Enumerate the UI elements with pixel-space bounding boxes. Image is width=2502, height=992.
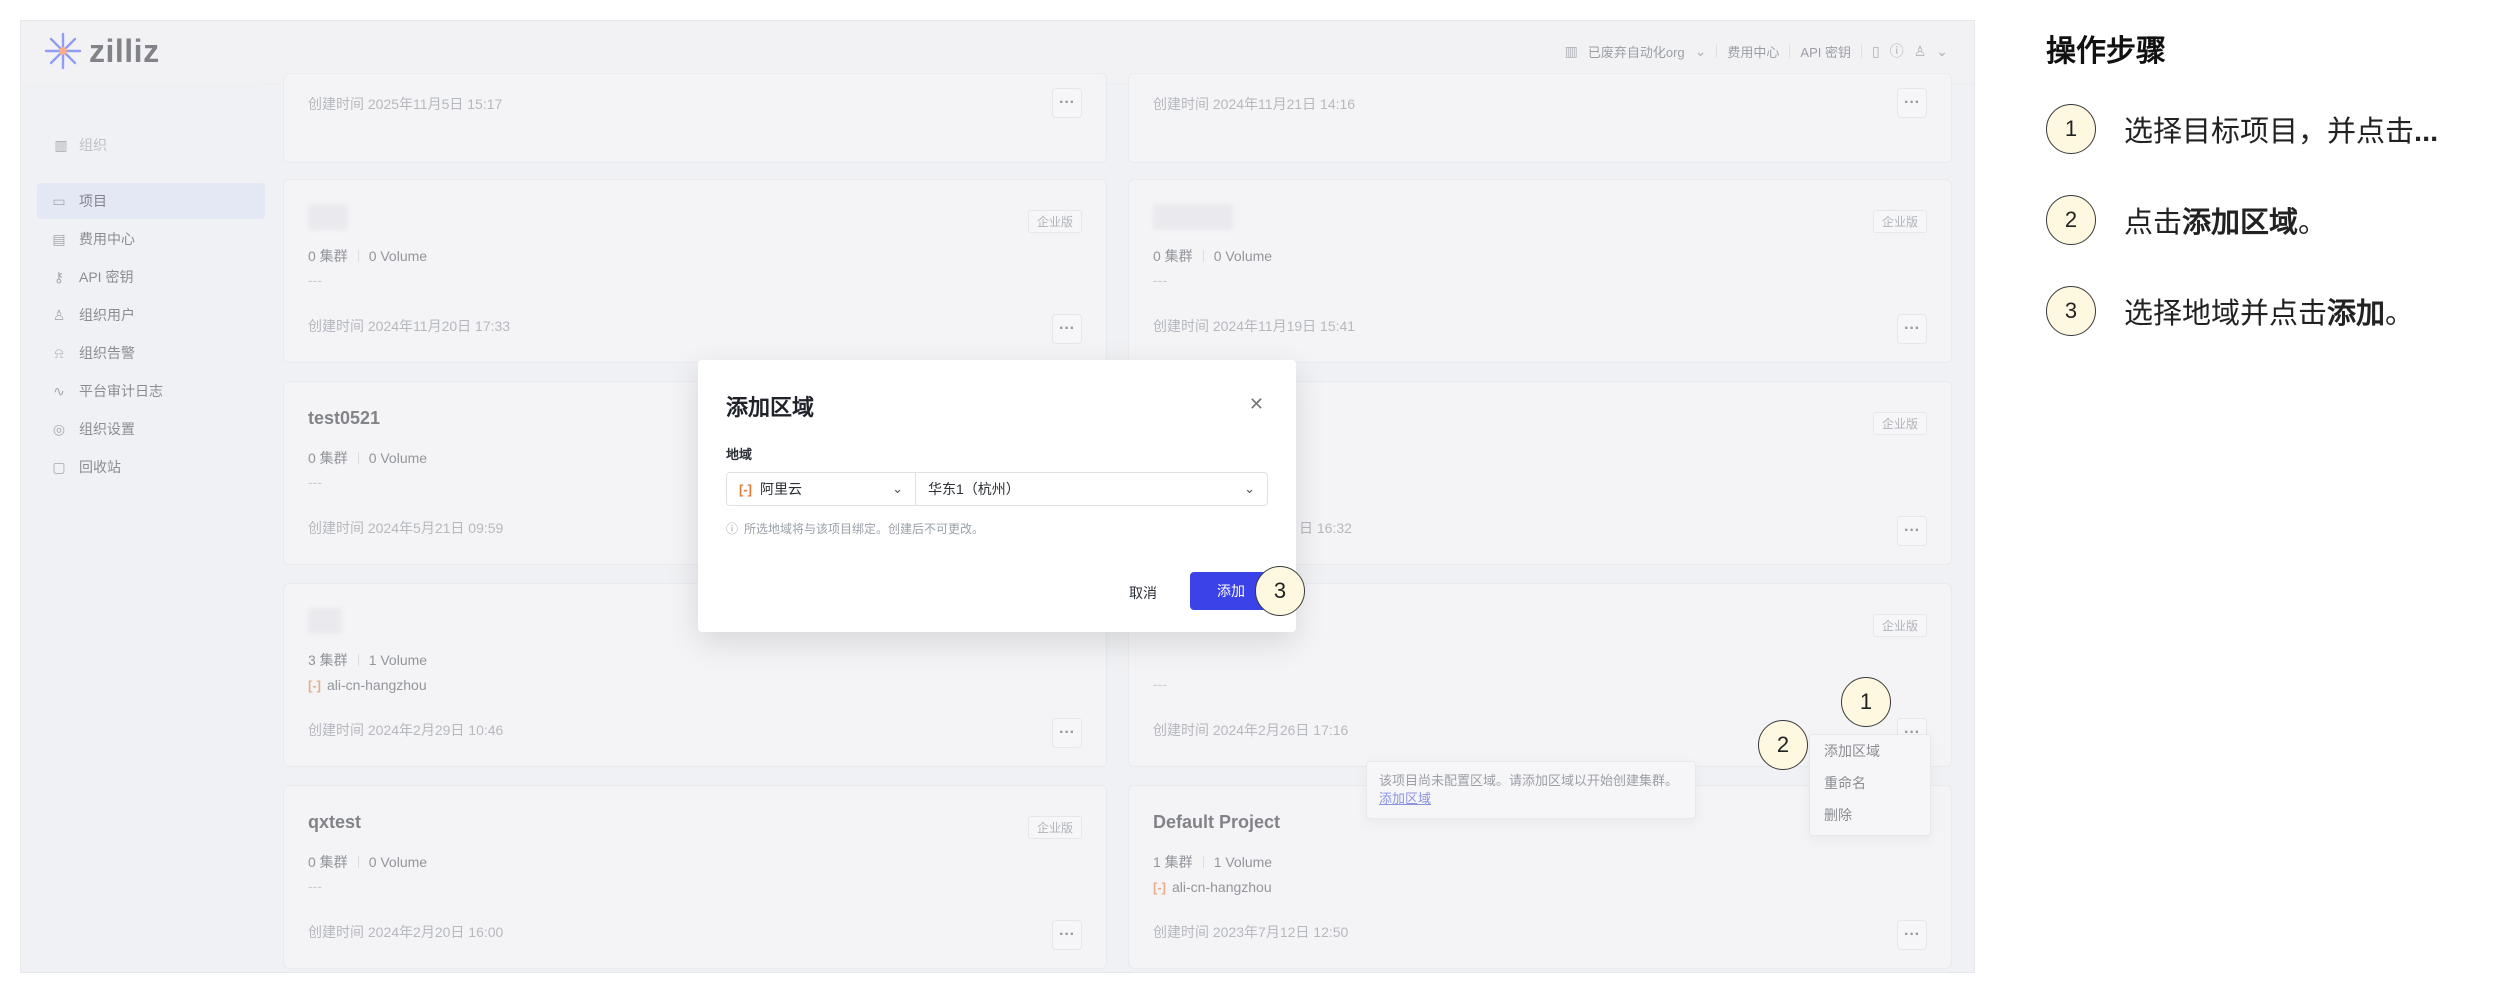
step-text: 选择目标项目，并点击... — [2124, 108, 2438, 150]
step-text-plain: 点击 — [2124, 207, 2183, 239]
step-text-plain: 选择目标项目，并点击 — [2124, 116, 2415, 148]
instruction-step: 1 选择目标项目，并点击... — [2046, 104, 2438, 154]
step-number: 2 — [2046, 195, 2096, 245]
hint-text: 所选地域将与该项目绑定。创建后不可更改。 — [744, 522, 985, 536]
step-number: 1 — [2046, 104, 2096, 154]
callout-step-3: 3 — [1255, 566, 1305, 616]
provider-value: 阿里云 — [760, 481, 802, 497]
aliyun-icon: [-] — [739, 481, 752, 497]
step-text-suffix: 。 — [2385, 298, 2415, 330]
step-number: 3 — [2046, 286, 2096, 336]
step-text-suffix: 。 — [2298, 207, 2328, 239]
step-text-bold: ... — [2414, 116, 2439, 148]
step-text-plain: 选择地域并点击 — [2124, 298, 2328, 330]
instruction-step: 3 选择地域并点击添加。 — [2046, 286, 2414, 336]
info-icon: ⓘ — [726, 522, 739, 536]
instruction-title: 操作步骤 — [2046, 35, 2166, 68]
chevron-down-icon: ⌄ — [892, 481, 903, 496]
step-text-bold: 添加 — [2327, 298, 2386, 330]
dialog-title: 添加区域 — [726, 395, 815, 420]
field-label: 地域 — [726, 447, 753, 462]
step-text: 选择地域并点击添加。 — [2124, 290, 2414, 332]
callout-step-1: 1 — [1841, 677, 1891, 727]
callout-step-2: 2 — [1758, 720, 1808, 770]
app-screenshot: zilliz ▥ 已废弃自动化org ⌄ 费用中心 API 密钥 ▯ ⓘ ♙ ⌄… — [20, 20, 1975, 973]
step-text-bold: 添加区域 — [2182, 207, 2299, 239]
cancel-button[interactable]: 取消 — [1118, 576, 1168, 610]
close-icon[interactable]: ✕ — [1249, 394, 1264, 415]
instruction-step: 2 点击添加区域。 — [2046, 195, 2327, 245]
region-value: 华东1（杭州） — [928, 481, 1020, 497]
add-region-dialog: 添加区域 ✕ 地域 [-] 阿里云 ⌄ 华东1（杭州） ⌄ ⓘ 所选地域将与该项… — [698, 360, 1296, 632]
cloud-provider-select[interactable]: [-] 阿里云 ⌄ — [726, 472, 916, 506]
region-hint: ⓘ 所选地域将与该项目绑定。创建后不可更改。 — [726, 520, 984, 537]
step-text: 点击添加区域。 — [2124, 199, 2327, 241]
chevron-down-icon: ⌄ — [1244, 481, 1255, 496]
region-select[interactable]: 华东1（杭州） ⌄ — [915, 472, 1268, 506]
instruction-panel: 操作步骤 1 选择目标项目，并点击... 2 点击添加区域。 3 选择地域并点击… — [2046, 0, 2502, 992]
